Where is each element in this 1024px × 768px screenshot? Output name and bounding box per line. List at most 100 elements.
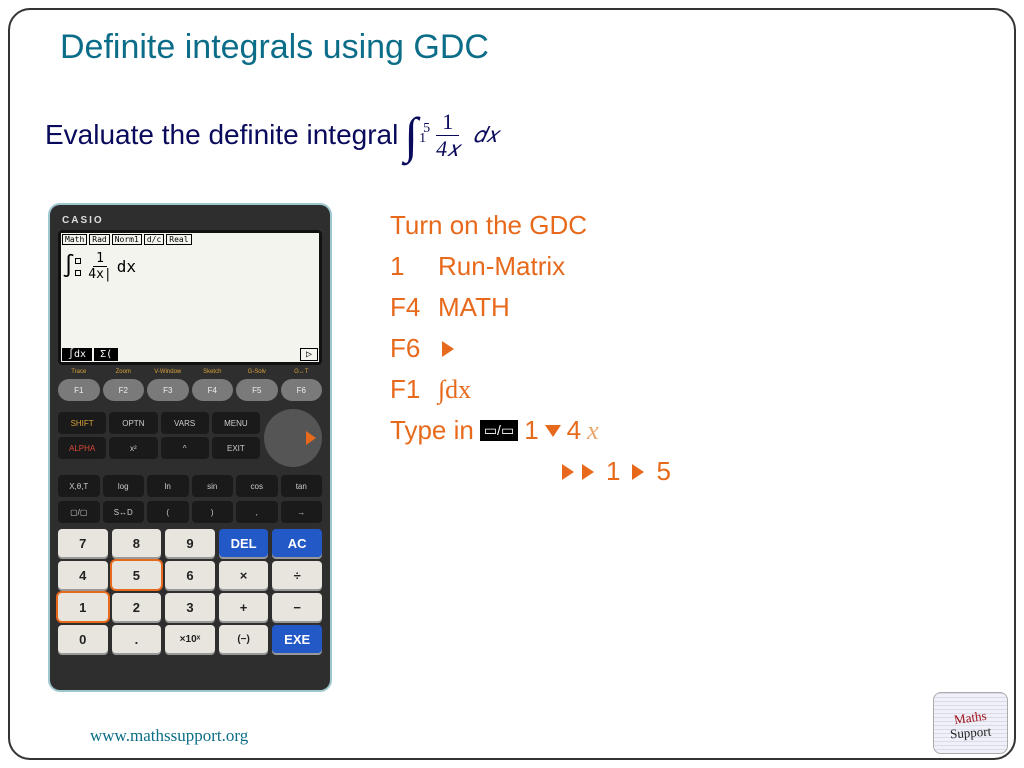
menu-key[interactable]: MENU (212, 412, 260, 434)
f2-key[interactable]: F2 (103, 379, 145, 401)
key-9[interactable]: 9 (165, 529, 215, 557)
screen-expression: ∫ 1 4x| dx (62, 251, 318, 282)
step-label: ∫dx (438, 375, 471, 405)
step-label: Type in (390, 415, 474, 446)
key-3[interactable]: 3 (165, 593, 215, 621)
f-label: Zoom (103, 369, 145, 375)
f5-key[interactable]: F5 (236, 379, 278, 401)
key-1[interactable]: 1 (58, 593, 108, 621)
screen-dx: dx (117, 257, 136, 276)
step-turn-on: Turn on the GDC (390, 210, 679, 241)
type-x: x (587, 416, 599, 446)
status-token: Norm1 (112, 234, 142, 245)
sin-key[interactable]: sin (192, 475, 234, 497)
step-label: Run-Matrix (438, 251, 565, 282)
right-arrow-icon (562, 464, 574, 480)
calculator-brand: CASIO (58, 213, 322, 230)
softkey-integral: ∫dx (62, 348, 92, 361)
right-arrow-icon (582, 464, 594, 480)
optn-key[interactable]: OPTN (109, 412, 157, 434)
step-type-in: Type in ▭/▭ 1 4 x (390, 415, 679, 446)
ac-key[interactable]: AC (272, 529, 322, 557)
key-2[interactable]: 2 (112, 593, 162, 621)
type-4: 4 (567, 415, 581, 446)
f3-key[interactable]: F3 (147, 379, 189, 401)
fraction-denominator: 4𝑥 (430, 136, 465, 162)
f-label: Trace (58, 369, 100, 375)
key-4[interactable]: 4 (58, 561, 108, 589)
f1-key[interactable]: F1 (58, 379, 100, 401)
multiply-key[interactable]: × (219, 561, 269, 589)
minus-key[interactable]: − (272, 593, 322, 621)
fraction-numerator: 1 (436, 109, 459, 136)
f6-key[interactable]: F6 (281, 379, 323, 401)
step-key: F4 (390, 292, 438, 323)
rparen-key[interactable]: ) (192, 501, 234, 523)
plus-key[interactable]: + (219, 593, 269, 621)
neg-key[interactable]: (−) (219, 625, 269, 653)
square-key[interactable]: x² (109, 437, 157, 459)
step-key: F1 (390, 374, 438, 405)
key-5[interactable]: 5 (112, 561, 162, 589)
sd-key[interactable]: S↔D (103, 501, 145, 523)
fraction-key-icon: ▭/▭ (480, 420, 518, 441)
alpha-key[interactable]: ALPHA (58, 437, 106, 459)
status-token: Real (166, 234, 191, 245)
prompt-text: Evaluate the definite integral (45, 119, 398, 151)
lparen-key[interactable]: ( (147, 501, 189, 523)
softkey-sigma: Σ( (94, 348, 118, 361)
exit-key[interactable]: EXIT (212, 437, 260, 459)
screen-num: 1 (93, 251, 107, 267)
step-label: MATH (438, 292, 510, 323)
type-1: 1 (524, 415, 538, 446)
calculator-screen: Math Rad Norm1 d/c Real ∫ 1 4x| dx ∫dx Σ… (58, 230, 322, 365)
d-pad[interactable] (264, 409, 322, 467)
step-key: F6 (390, 333, 438, 364)
integral-sign: ∫ 5 1 (404, 105, 418, 165)
screen-fraction: 1 4x| (85, 251, 114, 282)
step-f6: F6 (390, 333, 679, 364)
down-arrow-icon (545, 425, 561, 437)
decimal-key[interactable]: . (112, 625, 162, 653)
log-key[interactable]: log (103, 475, 145, 497)
x-theta-key[interactable]: X,θ,T (58, 475, 100, 497)
f-key-row: F1 F2 F3 F4 F5 F6 (58, 379, 322, 401)
step-type-in-bounds: 1 5 (558, 456, 679, 487)
key-6[interactable]: 6 (165, 561, 215, 589)
tan-key[interactable]: tan (281, 475, 323, 497)
status-token: Rad (89, 234, 109, 245)
screen-den: 4x| (85, 267, 114, 282)
shift-key[interactable]: SHIFT (58, 412, 106, 434)
numeric-keypad: 7 8 9 DEL AC 4 5 6 × ÷ 1 2 3 + − 0 . ×10… (58, 529, 322, 653)
exp-key[interactable]: ×10ˣ (165, 625, 215, 653)
integral-expression: ∫ 5 1 1 4𝑥 𝑑𝑥 (404, 105, 498, 165)
key-7[interactable]: 7 (58, 529, 108, 557)
power-key[interactable]: ^ (161, 437, 209, 459)
status-token: Math (62, 234, 87, 245)
maths-support-logo: Maths Support (933, 692, 1008, 754)
comma-key[interactable]: , (236, 501, 278, 523)
step-f1: F1 ∫dx (390, 374, 679, 405)
del-key[interactable]: DEL (219, 529, 269, 557)
dpad-right-arrow-icon (306, 431, 316, 445)
arrow-key[interactable]: → (281, 501, 323, 523)
type-lower: 1 (606, 456, 620, 487)
key-8[interactable]: 8 (112, 529, 162, 557)
cos-key[interactable]: cos (236, 475, 278, 497)
softkey-next-icon: ▷ (300, 348, 318, 361)
screen-integral-icon: ∫ (62, 254, 75, 279)
type-upper: 5 (656, 456, 670, 487)
divide-key[interactable]: ÷ (272, 561, 322, 589)
key-0[interactable]: 0 (58, 625, 108, 653)
dx-label: 𝑑𝑥 (473, 122, 498, 148)
step-key: 1 (390, 251, 438, 282)
ln-key[interactable]: ln (147, 475, 189, 497)
f-label: G-Solv (236, 369, 278, 375)
f-label: Sketch (192, 369, 234, 375)
vars-key[interactable]: VARS (161, 412, 209, 434)
f4-key[interactable]: F4 (192, 379, 234, 401)
footer-url: www.mathssupport.org (90, 726, 248, 746)
exe-key[interactable]: EXE (272, 625, 322, 653)
frac-key[interactable]: ▢/▢ (58, 501, 100, 523)
status-token: d/c (144, 234, 164, 245)
